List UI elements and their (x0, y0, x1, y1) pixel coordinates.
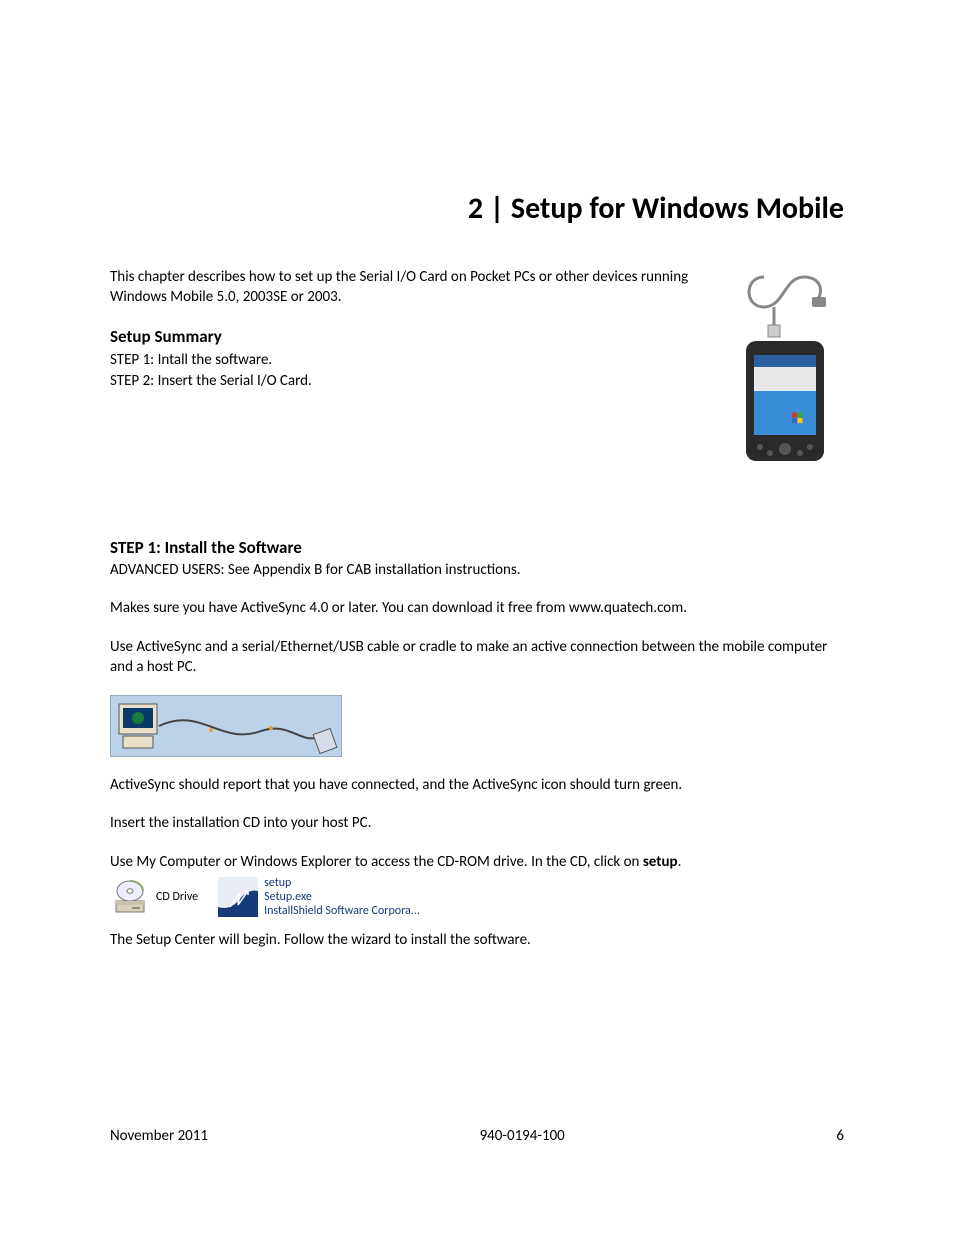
step1-p5: Use My Computer or Windows Explorer to a… (110, 852, 844, 872)
step1-p6: The Setup Center will begin. Follow the … (110, 930, 844, 950)
intro-paragraph: This chapter describes how to set up the… (110, 267, 714, 308)
footer-date: November 2011 (110, 1127, 208, 1145)
step1-heading: STEP 1: Install the Software (110, 537, 844, 558)
setup-summary-heading: Setup Summary (110, 326, 714, 349)
step1-p5-post: . (678, 853, 682, 871)
setup-file-exe: Setup.exe (264, 890, 420, 904)
chapter-title: 2 | Setup for Windows Mobile (110, 190, 844, 227)
footer-page: 6 (836, 1127, 844, 1145)
step1-advanced: ADVANCED USERS: See Appendix B for CAB i… (110, 560, 844, 580)
setup-file-labels: setup Setup.exe InstallShield Software C… (264, 876, 420, 918)
cd-drive-label: CD Drive (156, 890, 198, 904)
step1-p2: Use ActiveSync and a serial/Ethernet/USB… (110, 637, 844, 678)
step1-p5-bold: setup (643, 853, 678, 871)
activesync-diagram (110, 695, 342, 757)
step1-p3: ActiveSync should report that you have c… (110, 775, 844, 795)
summary-step-2: STEP 2: Insert the Serial I/O Card. (110, 371, 714, 391)
page-footer: November 2011 940-0194-100 6 (110, 1127, 844, 1145)
setup-file-vendor: InstallShield Software Corpora... (264, 904, 420, 918)
step1-p1: Makes sure you have ActiveSync 4.0 or la… (110, 598, 844, 618)
step1-p4: Insert the installation CD into your hos… (110, 813, 844, 833)
footer-docnum: 940-0194-100 (480, 1127, 565, 1145)
installshield-icon (218, 877, 258, 917)
cd-drive-icon (110, 877, 150, 917)
step1-p5-pre: Use My Computer or Windows Explorer to a… (110, 853, 643, 871)
setup-file-name: setup (264, 876, 420, 890)
pocket-pc-illustration (734, 267, 844, 467)
summary-step-1: STEP 1: Intall the software. (110, 350, 714, 370)
